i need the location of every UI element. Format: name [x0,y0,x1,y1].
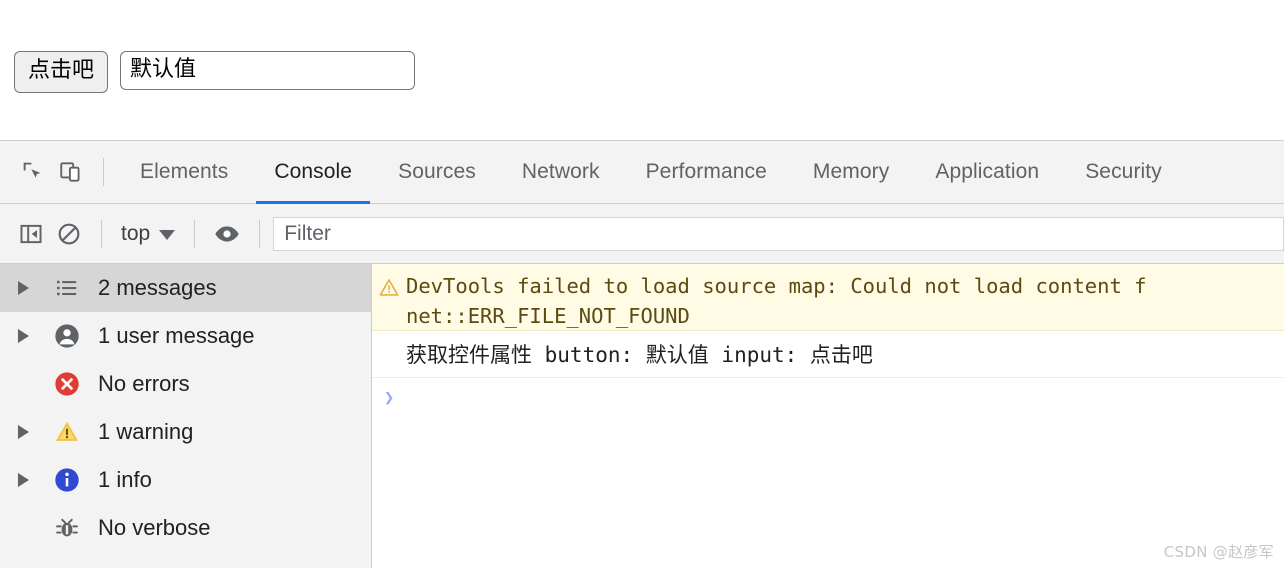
console-warning-message[interactable]: DevTools failed to load source map: Coul… [372,264,1284,331]
tab-console[interactable]: Console [251,141,375,204]
list-icon [50,275,84,301]
devtools-tabs: Elements Console Sources Network Perform… [117,141,1185,204]
tab-sources[interactable]: Sources [375,141,499,204]
device-toolbar-icon[interactable] [52,153,90,191]
sidebar-item-label: 1 info [98,467,152,493]
sidebar-item-errors[interactable]: No errors [0,360,371,408]
inspect-element-icon[interactable] [14,153,52,191]
error-icon [50,370,84,398]
create-live-expression-icon[interactable] [208,215,246,253]
sidebar-item-verbose[interactable]: No verbose [0,504,371,552]
sidebar-item-label: No verbose [98,515,211,541]
console-message-list: DevTools failed to load source map: Coul… [372,264,1284,568]
warning-text-line1: DevTools failed to load source map: Coul… [406,271,1147,301]
tab-application[interactable]: Application [912,141,1062,204]
console-body: 2 messages 1 user message [0,264,1284,568]
tab-security[interactable]: Security [1062,141,1185,204]
text-input-field[interactable] [120,51,415,90]
sidebar-item-label: 2 messages [98,275,217,301]
disclosure-triangle-icon[interactable] [18,425,40,439]
watermark-text: CSDN @赵彦军 [1164,541,1274,562]
log-message-text: 获取控件属性 button: 默认值 input: 点击吧 [406,339,873,369]
tab-elements[interactable]: Elements [117,141,251,204]
execution-context-label: top [121,222,150,246]
page-form-controls: 点击吧 [14,51,415,93]
sidebar-item-user-messages[interactable]: 1 user message [0,312,371,360]
web-page-viewport: 点击吧 [0,0,1284,140]
bug-icon [50,515,84,541]
sidebar-item-label: 1 warning [98,419,193,445]
warning-text-line2: net::ERR_FILE_NOT_FOUND [406,301,1147,331]
toolbar-divider [101,220,102,248]
toolbar-divider [103,158,104,186]
tab-label: Elements [140,160,228,184]
console-prompt[interactable]: ❯ [372,378,1284,418]
tab-label: Console [274,160,352,184]
tab-performance[interactable]: Performance [623,141,790,204]
devtools-panel: Elements Console Sources Network Perform… [0,140,1284,568]
user-icon [50,322,84,350]
warning-icon [50,418,84,446]
chevron-down-icon [159,230,175,240]
disclosure-triangle-icon[interactable] [18,473,40,487]
info-icon [50,466,84,494]
tab-label: Application [935,160,1039,184]
console-log-message[interactable]: 获取控件属性 button: 默认值 input: 点击吧 [372,331,1284,378]
click-button[interactable]: 点击吧 [14,51,108,93]
toolbar-divider [194,220,195,248]
execution-context-selector[interactable]: top [115,220,181,248]
sidebar-item-messages[interactable]: 2 messages [0,264,371,312]
disclosure-triangle-icon[interactable] [18,281,40,295]
devtools-tabstrip: Elements Console Sources Network Perform… [0,141,1284,204]
tab-label: Performance [646,160,767,184]
clear-console-icon[interactable] [50,215,88,253]
tab-memory[interactable]: Memory [790,141,912,204]
tab-label: Network [522,160,600,184]
console-sidebar-toggle-icon[interactable] [12,215,50,253]
console-filter-input[interactable] [273,217,1284,251]
sidebar-item-warnings[interactable]: 1 warning [0,408,371,456]
sidebar-item-label: 1 user message [98,323,255,349]
tab-label: Memory [813,160,889,184]
disclosure-triangle-icon[interactable] [18,329,40,343]
warning-icon [372,271,406,299]
toolbar-divider [259,220,260,248]
sidebar-item-label: No errors [98,371,190,397]
tab-network[interactable]: Network [499,141,623,204]
sidebar-item-info[interactable]: 1 info [0,456,371,504]
prompt-arrow-icon: ❯ [384,390,394,407]
console-message-sidebar: 2 messages 1 user message [0,264,372,568]
tab-label: Security [1085,160,1162,184]
tab-label: Sources [398,160,476,184]
console-toolbar: top [0,204,1284,264]
